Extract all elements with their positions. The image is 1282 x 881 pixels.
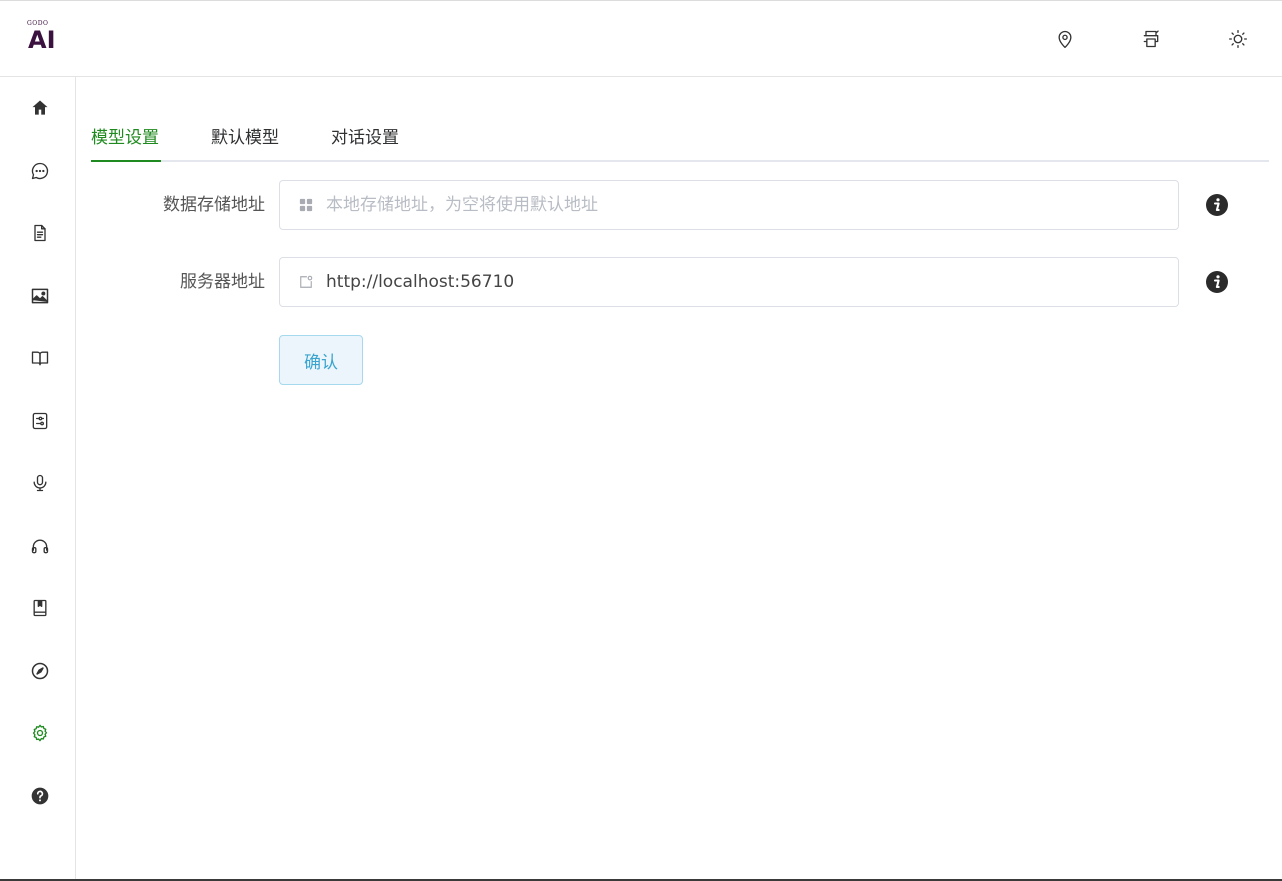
document-icon[interactable] (27, 220, 53, 246)
storage-path-label: 数据存储地址 (163, 195, 265, 215)
image-icon[interactable] (27, 283, 53, 309)
server-address-input[interactable] (326, 259, 1178, 305)
headphones-icon[interactable] (27, 533, 53, 559)
storage-path-input[interactable] (326, 182, 1178, 228)
home-icon[interactable] (27, 95, 53, 121)
grid-icon (298, 197, 314, 213)
sun-icon[interactable] (1227, 27, 1249, 51)
server-address-row: 服务器地址 (91, 257, 1269, 307)
tab-default-model[interactable]: 默认模型 (211, 123, 279, 162)
chat-icon[interactable] (27, 158, 53, 184)
sliders-icon[interactable] (27, 408, 53, 434)
server-info-icon[interactable] (1205, 270, 1229, 294)
settings-tabs: 模型设置 默认模型 对话设置 (91, 123, 1269, 162)
microphone-icon[interactable] (27, 470, 53, 496)
top-bar: GODO AI (0, 0, 1282, 77)
server-address-label: 服务器地址 (180, 272, 265, 292)
book-open-icon[interactable] (27, 345, 53, 371)
bookmark-book-icon[interactable] (27, 595, 53, 621)
active-tab-indicator (91, 160, 161, 162)
logo-big-text: AI (28, 26, 56, 54)
compass-icon[interactable] (27, 658, 53, 684)
tab-chat-settings[interactable]: 对话设置 (331, 123, 399, 162)
storage-path-box[interactable] (279, 180, 1179, 230)
location-icon[interactable] (1054, 27, 1076, 51)
printer-icon[interactable] (1140, 27, 1162, 51)
confirm-button[interactable]: 确认 (279, 335, 363, 385)
server-address-box[interactable] (279, 257, 1179, 307)
tab-model-settings[interactable]: 模型设置 (91, 123, 159, 162)
storage-path-row: 数据存储地址 (91, 180, 1269, 230)
storage-info-icon[interactable] (1205, 193, 1229, 217)
app-logo[interactable]: GODO AI (27, 20, 67, 56)
main-content: 模型设置 默认模型 对话设置 数据存储地址 服务器地址 (76, 77, 1282, 881)
sidebar (0, 77, 76, 881)
help-icon[interactable] (27, 783, 53, 809)
gear-icon[interactable] (27, 720, 53, 746)
link-box-icon (298, 274, 314, 290)
